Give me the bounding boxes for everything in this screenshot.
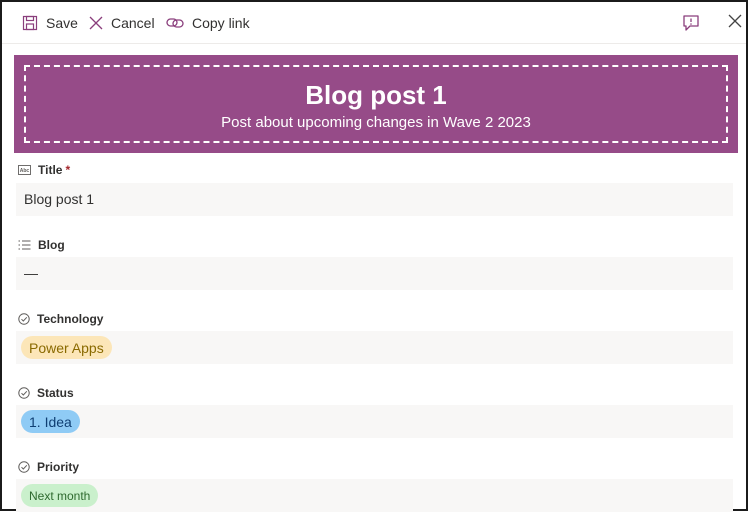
cancel-label: Cancel bbox=[111, 15, 155, 31]
svg-text:Abc: Abc bbox=[20, 168, 30, 174]
field-label-blog: Blog bbox=[18, 237, 65, 253]
link-icon bbox=[166, 18, 184, 28]
close-panel-button[interactable] bbox=[728, 14, 744, 30]
save-icon bbox=[22, 15, 38, 31]
copy-link-button[interactable]: Copy link bbox=[166, 12, 250, 34]
status-label-text: Status bbox=[37, 386, 74, 400]
comment-icon bbox=[683, 15, 699, 31]
banner-dashed-frame: Blog post 1 Post about upcoming changes … bbox=[24, 65, 728, 143]
blog-field-value: — bbox=[24, 265, 38, 281]
required-marker: * bbox=[65, 163, 71, 177]
title-label-text: Title bbox=[38, 163, 63, 177]
technology-field[interactable]: Power Apps bbox=[16, 331, 733, 364]
field-label-technology: Technology bbox=[18, 311, 103, 327]
save-button[interactable]: Save bbox=[22, 12, 78, 34]
command-bar: Save Cancel Copy link bbox=[2, 2, 746, 44]
technology-label-text: Technology bbox=[37, 312, 104, 326]
title-field-value: Blog post 1 bbox=[24, 191, 95, 207]
multiline-text-icon bbox=[18, 240, 31, 250]
choice-icon bbox=[18, 313, 30, 325]
field-label-priority: Priority bbox=[18, 459, 79, 475]
priority-field[interactable]: Next month bbox=[16, 479, 733, 512]
save-label: Save bbox=[46, 15, 78, 31]
blog-field[interactable]: — bbox=[16, 257, 733, 290]
close-icon bbox=[728, 14, 742, 28]
title-field[interactable]: Blog post 1 bbox=[16, 183, 733, 216]
text-field-icon: Abc bbox=[18, 165, 31, 175]
status-field[interactable]: 1. Idea bbox=[16, 405, 733, 438]
banner-title: Blog post 1 bbox=[305, 80, 447, 110]
priority-label-text: Priority bbox=[37, 460, 80, 474]
close-icon bbox=[89, 16, 103, 30]
copy-link-label: Copy link bbox=[192, 15, 250, 31]
edit-form-panel: Save Cancel Copy link Blog post 1 Post a… bbox=[0, 0, 748, 512]
technology-choice-pill: Power Apps bbox=[21, 336, 112, 359]
choice-icon bbox=[18, 387, 30, 399]
priority-choice-pill: Next month bbox=[21, 484, 99, 507]
comments-button[interactable] bbox=[682, 14, 702, 32]
banner-subtitle: Post about upcoming changes in Wave 2 20… bbox=[221, 114, 531, 131]
field-label-status: Status bbox=[18, 385, 74, 401]
cancel-button[interactable]: Cancel bbox=[89, 12, 155, 34]
form-header-banner: Blog post 1 Post about upcoming changes … bbox=[14, 55, 738, 153]
status-choice-pill: 1. Idea bbox=[21, 410, 80, 433]
field-label-title: Abc Title * bbox=[18, 162, 70, 178]
blog-label-text: Blog bbox=[38, 238, 65, 252]
choice-icon bbox=[18, 461, 30, 473]
